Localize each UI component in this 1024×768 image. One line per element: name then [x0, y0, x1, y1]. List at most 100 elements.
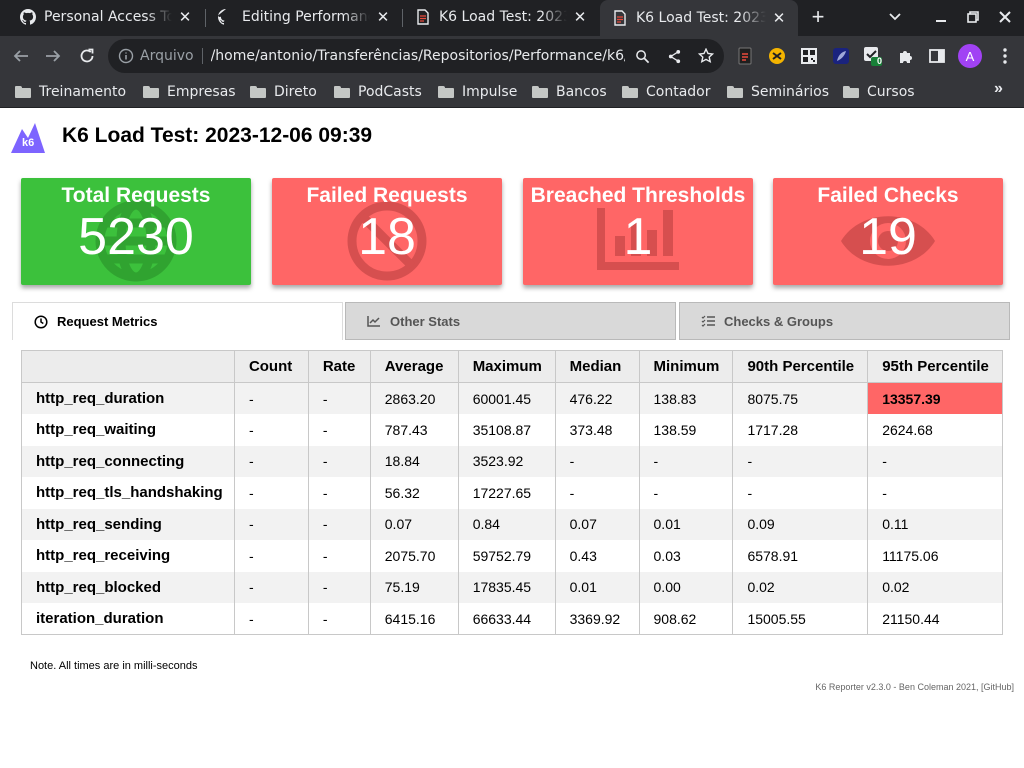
metric-value: 1717.28 — [732, 414, 868, 446]
minimize-icon[interactable] — [928, 5, 954, 29]
close-tab-icon[interactable]: ✕ — [770, 9, 788, 27]
forward-icon[interactable] — [40, 43, 66, 69]
back-icon[interactable] — [8, 43, 34, 69]
feather-extension-icon[interactable] — [831, 46, 851, 66]
bookmark-folder[interactable]: Bancos — [532, 82, 607, 102]
bookmark-label: PodCasts — [358, 84, 422, 100]
table-row: http_req_duration - -2863.20 60001.45 476.22… — [21, 382, 1003, 414]
card-value: 18 — [358, 208, 416, 266]
metric-value: - — [867, 445, 1003, 477]
line-chart-icon — [366, 313, 382, 329]
card-value: 1 — [623, 208, 653, 266]
folder-icon — [532, 86, 548, 98]
info-icon[interactable] — [118, 48, 134, 64]
bookmark-folder[interactable]: PodCasts — [334, 82, 422, 102]
metric-value: 17835.45 — [457, 571, 556, 603]
table-row: http_req_blocked - -75.19 17835.45 0.01 0.00 0… — [21, 571, 1003, 603]
folder-icon — [143, 86, 159, 98]
bookmark-folder[interactable]: Direto — [250, 82, 317, 102]
tab-checks-groups[interactable]: Checks & Groups — [679, 302, 1010, 340]
metric-name: http_req_receiving — [21, 540, 235, 572]
metric-name: http_req_connecting — [21, 445, 235, 477]
url-text[interactable]: /home/antonio/Transferências/Repositorio… — [211, 48, 625, 64]
pdf-extension-icon[interactable] — [735, 46, 755, 66]
browser-toolbar: Arquivo /home/antonio/Transferências/Rep… — [0, 36, 1024, 76]
bookmark-folder[interactable]: Treinamento — [15, 82, 126, 102]
metric-value: - — [307, 477, 371, 509]
table-row: http_req_waiting - -787.43 35108.87 373.48 13… — [21, 414, 1003, 446]
side-panel-icon[interactable] — [927, 46, 947, 66]
close-tab-icon[interactable]: ✕ — [571, 8, 589, 26]
bookmark-folder[interactable]: Seminários — [727, 82, 829, 102]
tab-label: Request Metrics — [57, 314, 158, 329]
metric-name: http_req_tls_handshaking — [21, 477, 235, 509]
share-icon[interactable] — [665, 47, 683, 65]
metric-value: - — [554, 445, 640, 477]
metric-value: - — [638, 477, 733, 509]
bookmark-label: Direto — [274, 84, 317, 100]
menu-kebab-icon[interactable] — [995, 46, 1015, 66]
metric-value: 15005.55 — [732, 603, 868, 635]
address-bar[interactable]: Arquivo /home/antonio/Transferências/Rep… — [108, 39, 724, 73]
zoom-search-icon[interactable] — [633, 47, 651, 65]
reporter-footer[interactable]: K6 Reporter v2.3.0 - Ben Coleman 2021, [… — [815, 682, 1014, 692]
metric-value: 0.09 — [732, 508, 868, 540]
metric-value: 0.11 — [867, 508, 1003, 540]
qr-code-icon[interactable] — [799, 46, 819, 66]
metric-value: - — [233, 445, 309, 477]
card-value: 5230 — [78, 208, 194, 266]
close-tab-icon[interactable]: ✕ — [374, 8, 392, 26]
browser-tab[interactable]: Personal Access To ✕ — [8, 0, 204, 34]
browser-tab[interactable]: K6 Load Test: 2023- ✕ — [403, 0, 599, 34]
browser-tab-strip: Personal Access To ✕ Editing Performanc … — [0, 0, 1024, 36]
more-bookmarks-icon[interactable]: » — [994, 80, 1003, 98]
tab-request-metrics[interactable]: Request Metrics — [12, 302, 343, 340]
browser-tab-active[interactable]: K6 Load Test: 2023- ✕ — [600, 0, 798, 36]
bookmark-label: Bancos — [556, 84, 607, 100]
new-tab-button[interactable]: + — [806, 6, 830, 30]
bookmark-folder[interactable]: Empresas — [143, 82, 236, 102]
metric-value: - — [307, 571, 371, 603]
metric-value: - — [233, 540, 309, 572]
github-icon — [20, 9, 36, 25]
document-icon — [612, 10, 628, 26]
metric-value: - — [307, 445, 371, 477]
units-note: Note. All times are in milli-seconds — [30, 660, 198, 672]
browser-tab[interactable]: Editing Performanc ✕ — [206, 0, 402, 34]
profile-initial: A — [965, 48, 975, 64]
metric-value: 35108.87 — [457, 414, 556, 446]
tab-other-stats[interactable]: Other Stats — [345, 302, 676, 340]
tasks-icon — [700, 313, 716, 329]
tab-search-icon[interactable] — [882, 5, 908, 29]
metric-value: 138.59 — [638, 414, 733, 446]
bookmarks-bar: Treinamento Empresas Direto PodCasts Imp… — [0, 76, 1024, 108]
metric-value: - — [233, 477, 309, 509]
metric-value: - — [554, 477, 640, 509]
puzzle-extensions-icon[interactable] — [896, 46, 916, 66]
bookmark-folder[interactable]: Cursos — [843, 82, 915, 102]
folder-icon — [727, 86, 743, 98]
bookmark-folder[interactable]: Impulse — [438, 82, 517, 102]
metric-value: 2075.70 — [369, 540, 459, 572]
bookmark-star-icon[interactable] — [697, 47, 715, 65]
logo-text: k6 — [22, 137, 35, 149]
metric-value: 2624.68 — [867, 414, 1003, 446]
metric-value: - — [867, 477, 1003, 509]
metric-value: 0.01 — [638, 508, 733, 540]
failed-requests-card: Failed Requests 18 — [272, 178, 502, 285]
metric-value: 0.03 — [638, 540, 733, 572]
reload-icon[interactable] — [74, 43, 100, 69]
metric-value: 476.22 — [554, 382, 640, 414]
bookmark-folder[interactable]: Contador — [622, 82, 711, 102]
metric-value: 75.19 — [369, 571, 459, 603]
restore-icon[interactable] — [960, 5, 986, 29]
checklist-extension-icon[interactable]: 0 — [863, 46, 883, 66]
column-header: Minimum — [638, 350, 733, 383]
profile-avatar[interactable]: A — [958, 44, 982, 68]
extension-circle-icon[interactable] — [767, 46, 787, 66]
folder-icon — [15, 86, 31, 98]
close-tab-icon[interactable]: ✕ — [176, 8, 194, 26]
metric-name: iteration_duration — [21, 603, 235, 635]
close-window-icon[interactable] — [992, 5, 1018, 29]
card-label: Breached Thresholds — [530, 184, 746, 207]
